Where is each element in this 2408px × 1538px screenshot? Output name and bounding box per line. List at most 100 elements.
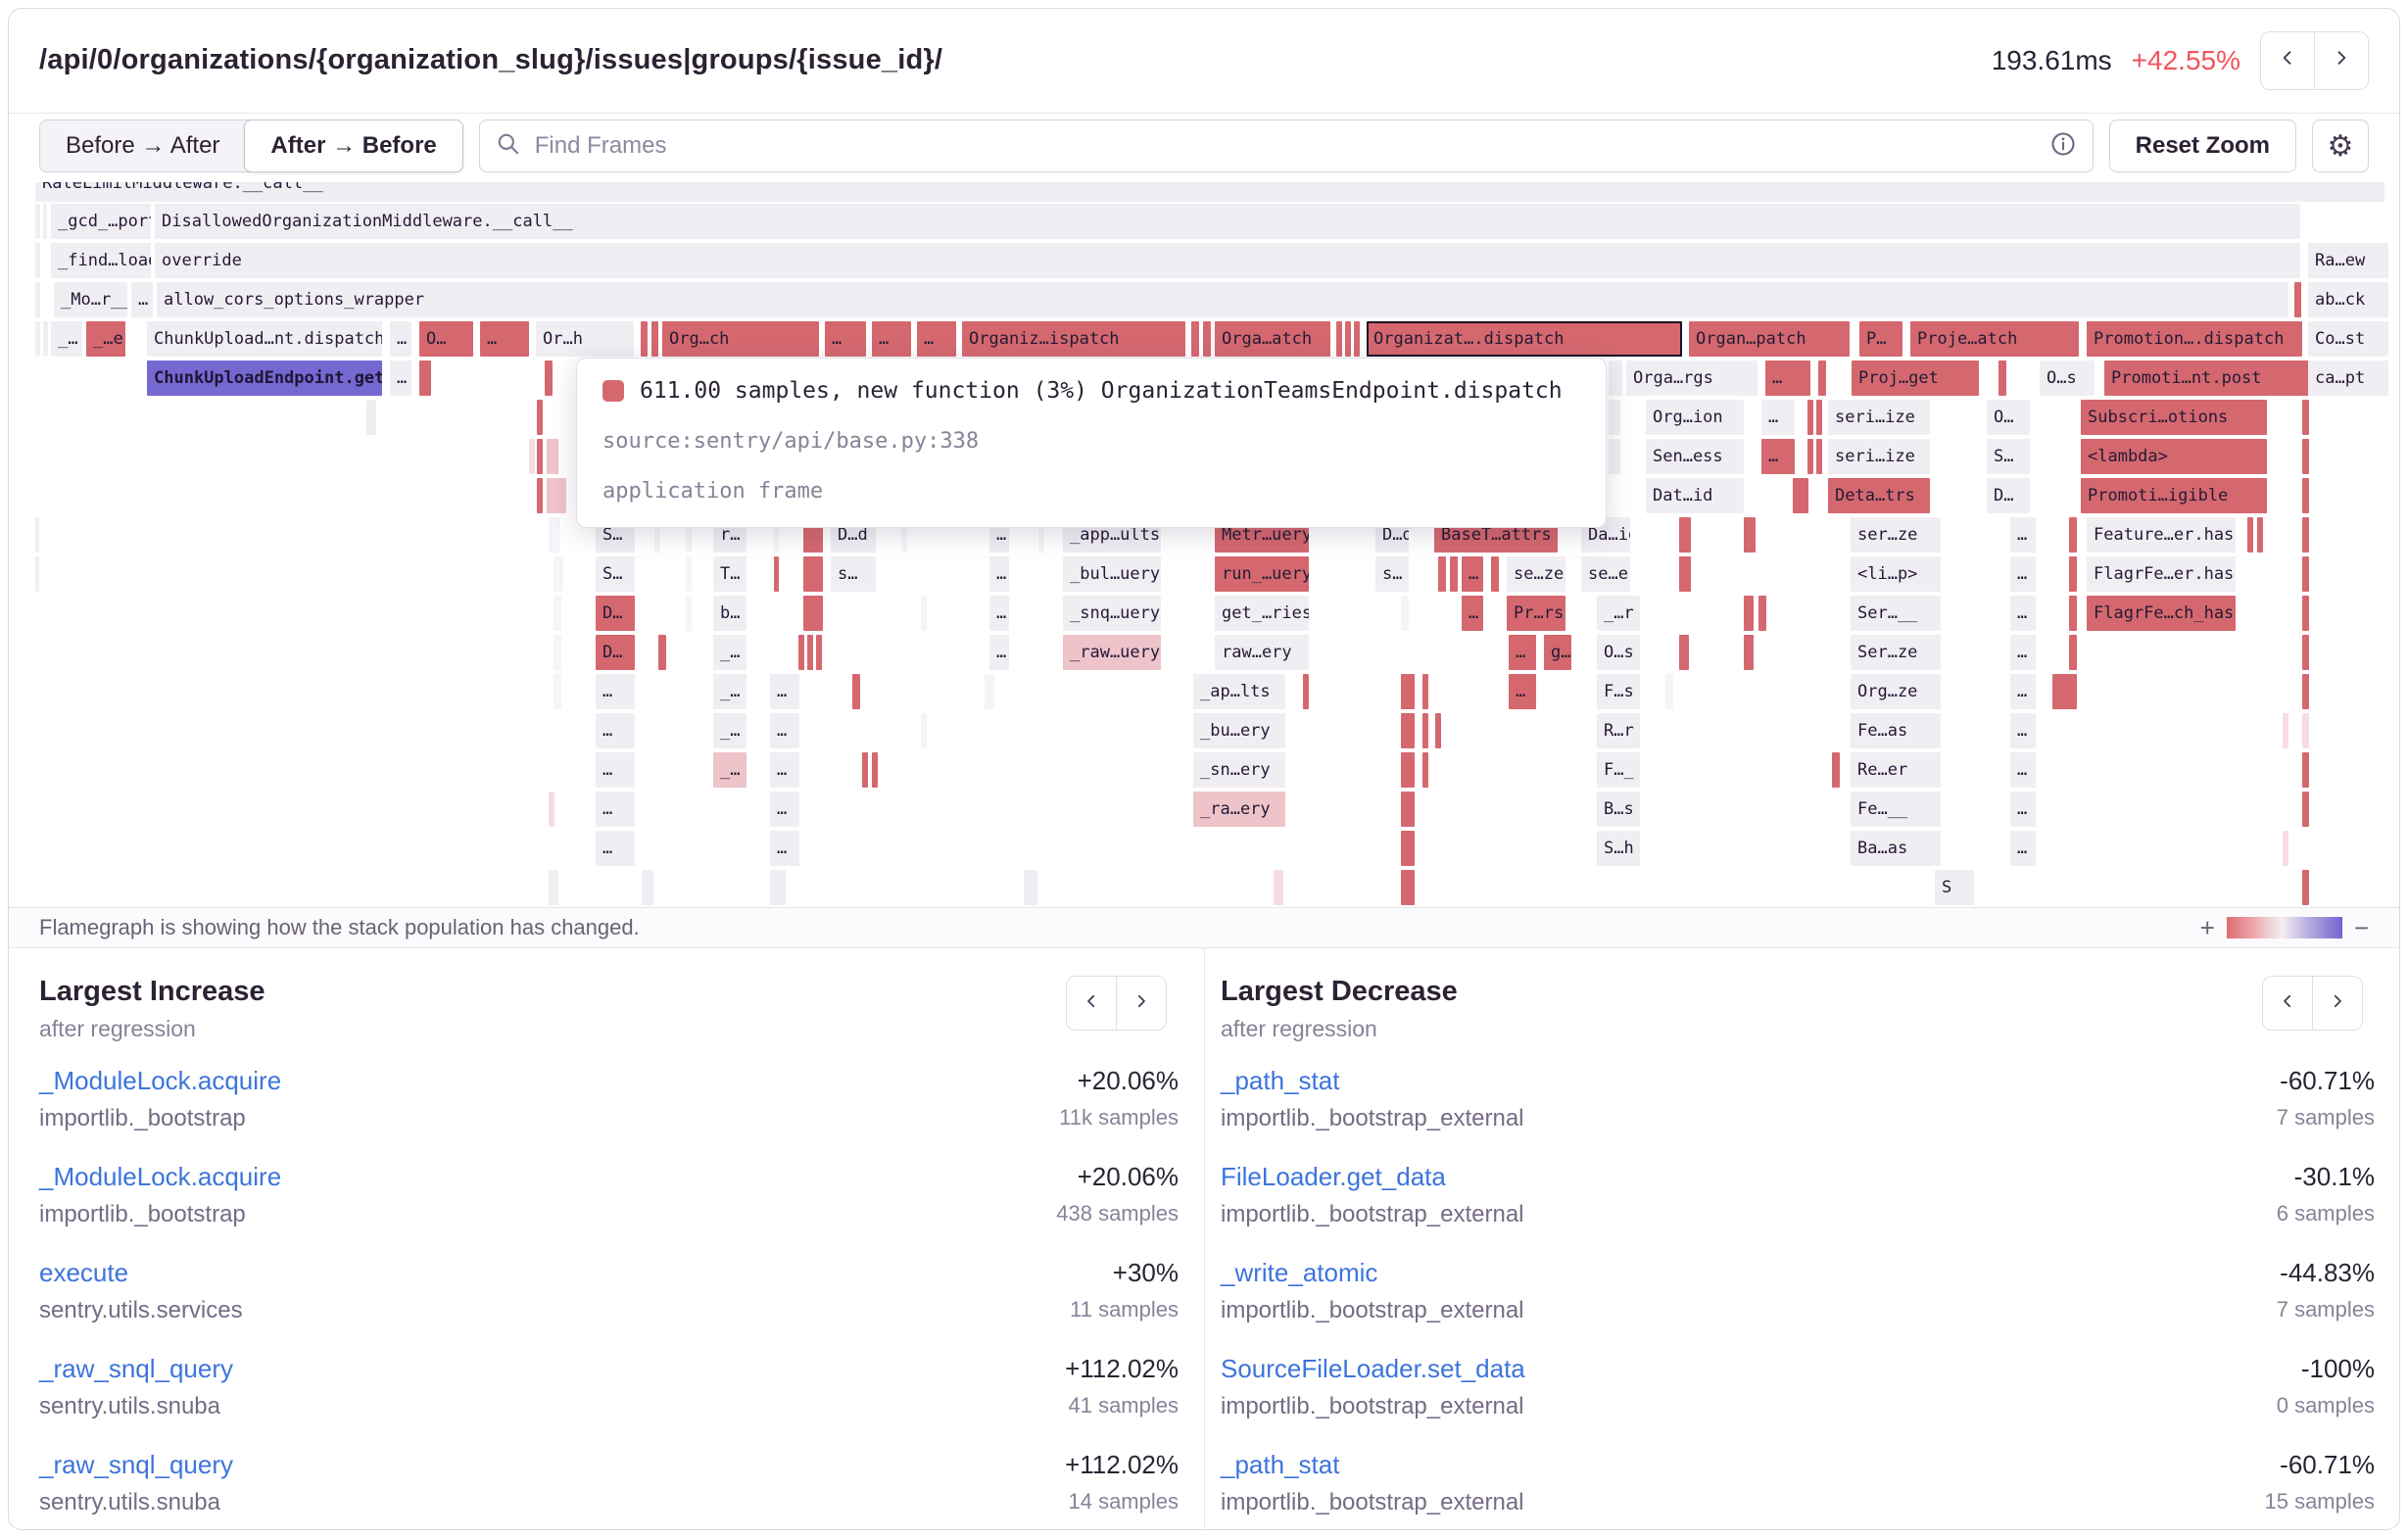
flame-frame[interactable]: P… — [1859, 321, 1902, 357]
toggle-after-before[interactable]: After → Before — [244, 120, 462, 172]
flame-frame[interactable] — [985, 674, 994, 709]
flame-frame[interactable]: Promoti…igible — [2081, 478, 2267, 513]
flame-frame[interactable] — [1679, 635, 1689, 670]
flame-frame[interactable]: run_…uery — [1215, 556, 1309, 592]
flame-frame[interactable]: _ap…lts — [1193, 674, 1285, 709]
flame-frame[interactable]: _… — [713, 713, 746, 748]
flame-frame[interactable]: … — [596, 831, 635, 866]
function-link[interactable]: _ModuleLock.acquire — [39, 1066, 281, 1096]
flame-frame[interactable] — [1438, 556, 1446, 592]
flame-frame[interactable] — [2069, 517, 2077, 553]
flame-frame[interactable]: … — [596, 674, 635, 709]
function-link[interactable]: _raw_snql_query — [39, 1354, 233, 1384]
search-input[interactable] — [533, 131, 2038, 161]
flame-frame[interactable] — [35, 243, 40, 278]
flame-frame[interactable]: _… — [713, 635, 746, 670]
function-link[interactable]: _path_stat — [1221, 1450, 1339, 1480]
flame-frame[interactable]: … — [596, 792, 635, 827]
flame-frame[interactable]: … — [1462, 556, 1483, 592]
flame-frame[interactable]: … — [1761, 439, 1795, 474]
flame-frame[interactable] — [1818, 360, 1826, 396]
flame-frame[interactable] — [2302, 478, 2309, 513]
flame-frame[interactable]: … — [2010, 517, 2036, 553]
function-link[interactable]: _write_atomic — [1221, 1258, 1377, 1288]
flame-frame[interactable]: Pr…rs — [1507, 596, 1565, 631]
flame-frame[interactable]: Ra…ew — [2308, 243, 2388, 278]
flame-frame[interactable]: … — [390, 360, 411, 396]
flame-frame[interactable] — [686, 596, 692, 631]
flame-frame[interactable] — [537, 439, 543, 474]
flame-frame[interactable] — [1191, 321, 1199, 357]
flame-frame[interactable] — [2069, 635, 2077, 670]
flame-frame[interactable] — [770, 870, 786, 905]
flame-frame[interactable] — [2302, 870, 2309, 905]
flame-frame[interactable]: raw…ery — [1215, 635, 1309, 670]
flame-frame[interactable]: … — [2010, 713, 2036, 748]
next-button[interactable] — [1116, 977, 1166, 1030]
flame-frame[interactable]: … — [770, 674, 799, 709]
flame-frame[interactable] — [1744, 596, 1754, 631]
flame-frame[interactable]: … — [2010, 792, 2036, 827]
flame-frame[interactable]: … — [480, 321, 529, 357]
flame-frame[interactable]: D… — [1987, 478, 2030, 513]
flame-frame[interactable] — [921, 596, 927, 631]
flame-frame[interactable]: … — [1462, 596, 1483, 631]
flame-frame[interactable]: … — [596, 713, 635, 748]
flame-frame[interactable] — [2302, 792, 2309, 827]
flame-frame[interactable]: b… — [713, 596, 746, 631]
flame-frame[interactable] — [1450, 556, 1458, 592]
flame-frame[interactable]: … — [989, 556, 1009, 592]
flame-frame[interactable] — [2247, 517, 2253, 553]
flame-frame[interactable]: _… — [713, 674, 746, 709]
flame-frame[interactable] — [1679, 556, 1691, 592]
flame-frame[interactable] — [2302, 752, 2309, 788]
flame-frame[interactable] — [803, 556, 823, 592]
flame-frame[interactable] — [35, 517, 39, 553]
flame-frame[interactable] — [921, 713, 927, 748]
flame-frame[interactable]: B…s — [1597, 792, 1640, 827]
flame-frame[interactable] — [1401, 752, 1415, 788]
flame-frame[interactable]: <li…p> — [1851, 556, 1941, 592]
flame-frame[interactable]: Or…h — [536, 321, 634, 357]
flame-frame[interactable]: Re…er — [1851, 752, 1941, 788]
flame-frame[interactable]: Organ…patch — [1689, 321, 1850, 357]
flame-frame[interactable]: … — [131, 282, 153, 317]
flame-frame[interactable]: S… — [1987, 439, 2030, 474]
flame-frame[interactable]: ser…ze — [1851, 517, 1941, 553]
flame-frame[interactable] — [1274, 870, 1283, 905]
flame-frame[interactable]: s… — [831, 556, 876, 592]
flame-frame[interactable] — [1609, 400, 1620, 435]
flame-frame[interactable] — [798, 635, 804, 670]
prev-button[interactable] — [1067, 977, 1116, 1030]
flame-frame[interactable]: … — [2010, 674, 2036, 709]
flame-frame[interactable] — [1401, 792, 1415, 827]
flame-frame[interactable] — [35, 204, 40, 239]
flame-frame[interactable] — [1422, 674, 1428, 709]
flame-frame[interactable]: Ba…as — [1851, 831, 1941, 866]
flame-frame[interactable] — [545, 360, 553, 396]
flame-frame[interactable] — [1816, 439, 1822, 474]
flame-frame[interactable]: Feature…er.has — [2087, 517, 2236, 553]
flame-frame[interactable] — [1401, 674, 1415, 709]
flame-frame[interactable]: … — [770, 752, 799, 788]
flame-frame[interactable]: … — [989, 635, 1009, 670]
flame-frame[interactable] — [419, 360, 431, 396]
flame-frame[interactable]: seri…ize — [1828, 439, 1930, 474]
flame-frame[interactable]: … — [2010, 752, 2036, 788]
flame-frame[interactable]: Org…ch — [662, 321, 819, 357]
flame-frame[interactable] — [1401, 831, 1415, 866]
flame-frame[interactable] — [554, 674, 561, 709]
function-link[interactable]: SourceFileLoader.set_data — [1221, 1354, 1525, 1384]
next-button[interactable] — [2314, 32, 2368, 89]
flame-frame[interactable] — [529, 439, 535, 474]
flame-frame[interactable]: … — [770, 831, 799, 866]
flame-frame[interactable] — [1303, 674, 1309, 709]
flame-frame[interactable] — [1807, 439, 1813, 474]
flame-frame[interactable]: _snq…uery — [1063, 596, 1161, 631]
flame-frame[interactable] — [1665, 674, 1673, 709]
flame-frame[interactable] — [2302, 517, 2309, 553]
flame-frame[interactable] — [366, 400, 376, 435]
flame-frame[interactable] — [1345, 321, 1351, 357]
flame-frame[interactable]: … — [2010, 831, 2036, 866]
flame-frame[interactable]: S — [1935, 870, 1974, 905]
